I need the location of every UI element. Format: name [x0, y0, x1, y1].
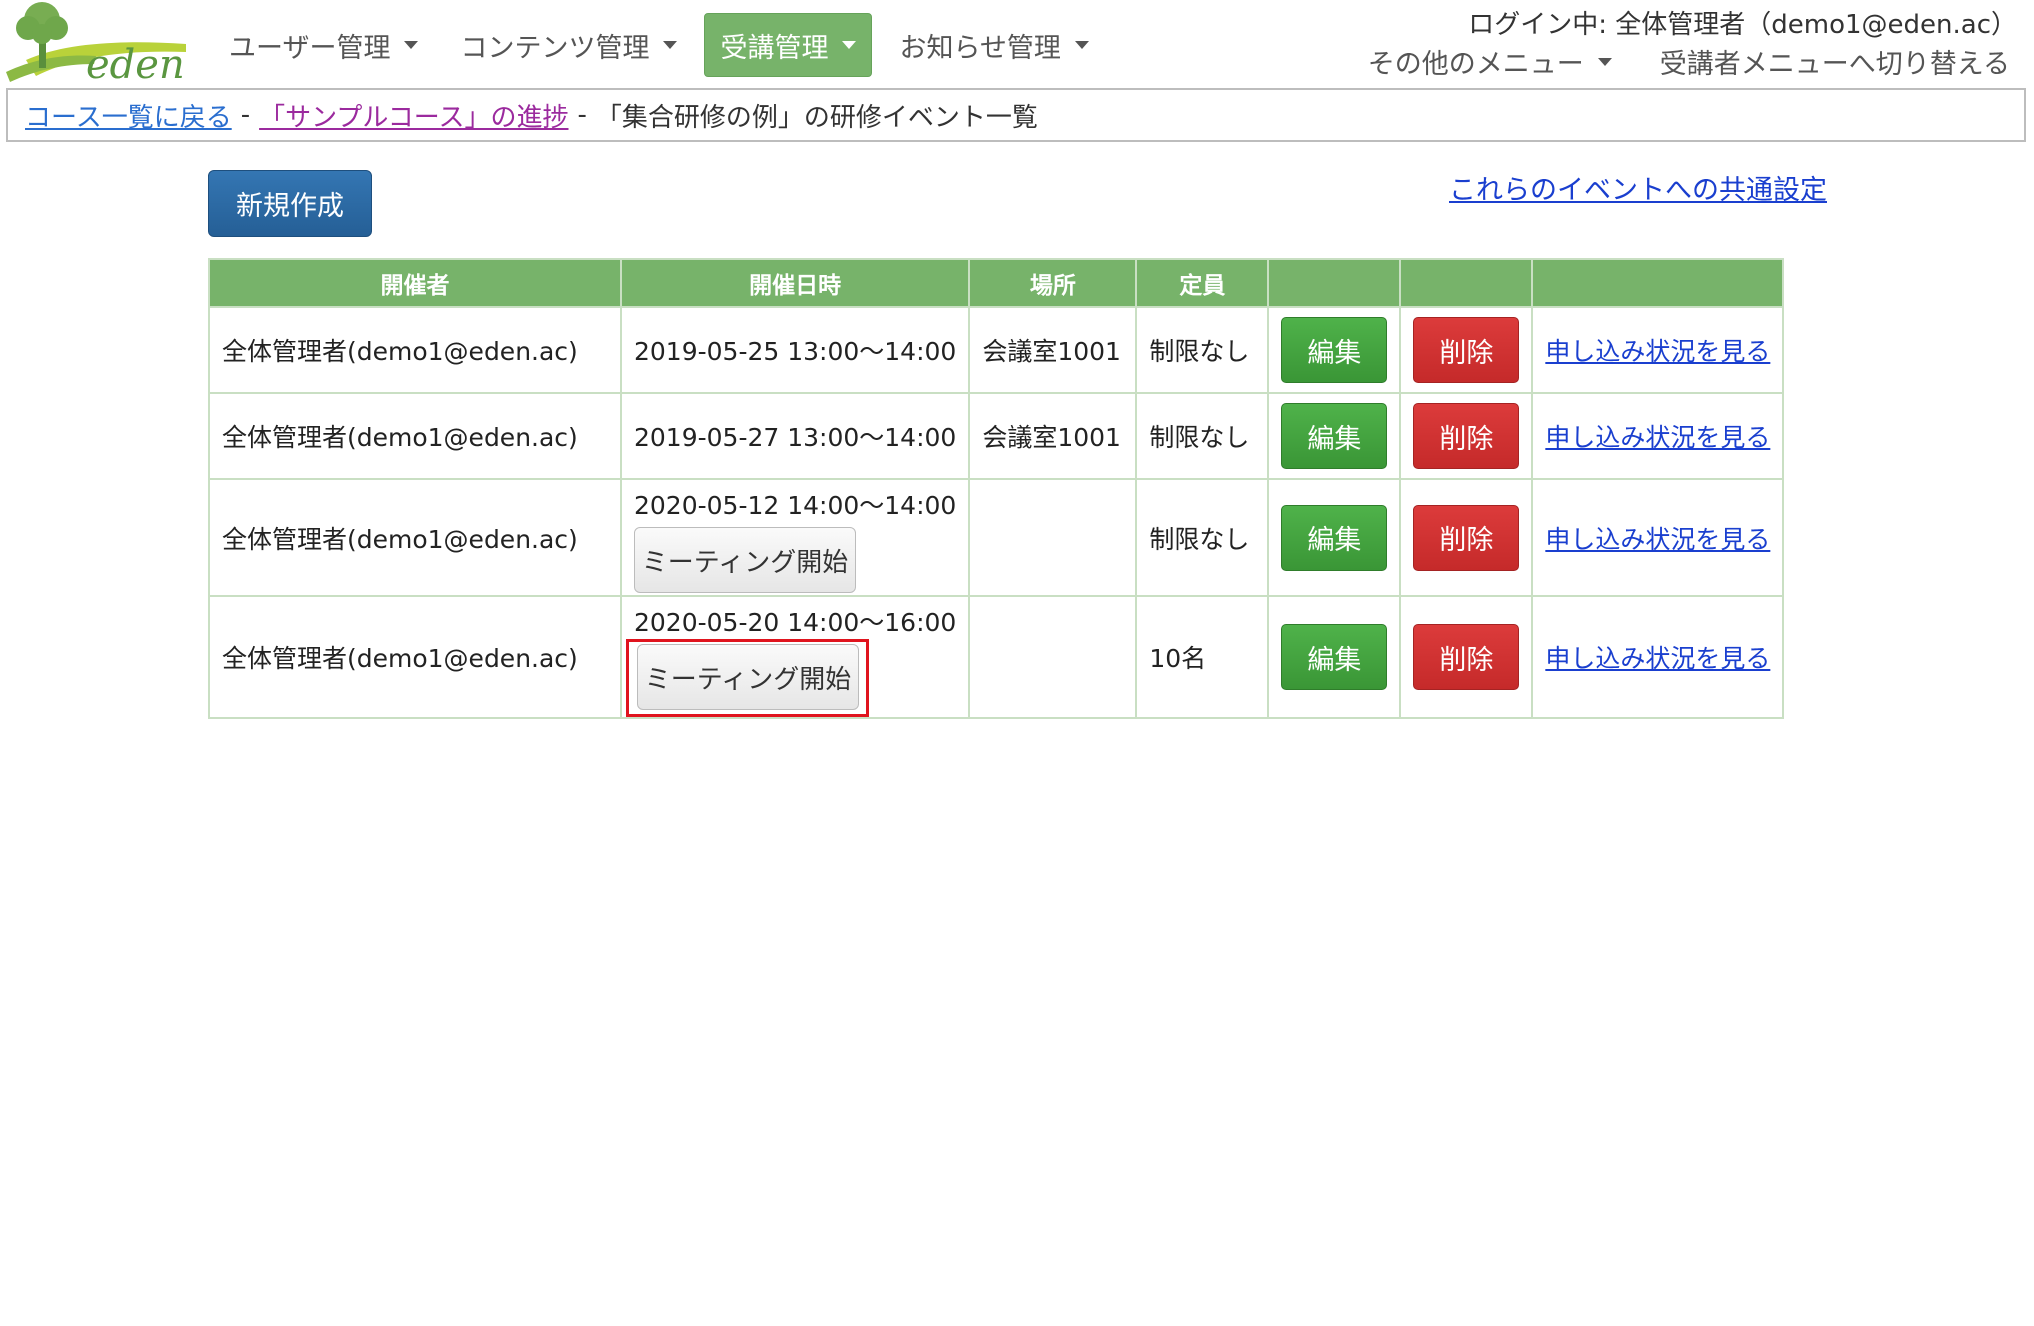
- status-cell: 申し込み状況を見る: [1531, 478, 1785, 597]
- view-application-status-link[interactable]: 申し込み状況を見る: [1545, 525, 1770, 554]
- edit-button[interactable]: 編集: [1281, 624, 1388, 690]
- delete-cell: 削除: [1399, 595, 1534, 719]
- table-row: 全体管理者(demo1@eden.ac) 2019-05-27 13:00～14…: [208, 392, 1785, 480]
- delete-button[interactable]: 削除: [1413, 504, 1520, 571]
- table-row: 全体管理者(demo1@eden.ac) 2020-05-12 14:00～14…: [208, 478, 1785, 597]
- edit-button[interactable]: 編集: [1281, 403, 1388, 469]
- caret-down-icon: [842, 41, 857, 49]
- delete-button[interactable]: 削除: [1413, 403, 1520, 469]
- eden-logo[interactable]: eden: [6, 0, 192, 88]
- header-datetime: 開催日時: [619, 258, 971, 308]
- place-cell: 会議室1001: [968, 392, 1138, 480]
- capacity-cell: 10名: [1135, 595, 1270, 719]
- status-cell: 申し込み状況を見る: [1531, 306, 1785, 394]
- back-to-course-list-link[interactable]: コース一覧に戻る: [25, 97, 232, 134]
- header-capacity: 定員: [1135, 258, 1270, 308]
- datetime-cell: 2020-05-12 14:00～14:00 ミーティング開始: [619, 478, 971, 597]
- datetime-text: 2020-05-12 14:00～14:00: [634, 491, 957, 520]
- delete-button[interactable]: 削除: [1413, 317, 1520, 383]
- nav-user-management[interactable]: ユーザー管理: [214, 14, 433, 76]
- start-meeting-button[interactable]: ミーティング開始: [637, 644, 859, 710]
- datetime-cell: 2019-05-27 13:00～14:00: [619, 392, 971, 480]
- tree-logo-icon: eden: [6, 2, 186, 88]
- breadcrumb: コース一覧に戻る - 「サンプルコース」の進捗 - 「集合研修の例」の研修イベン…: [6, 88, 2026, 142]
- course-progress-link[interactable]: 「サンプルコース」の進捗: [259, 97, 568, 134]
- main-nav: ユーザー管理 コンテンツ管理 受講管理 お知らせ管理: [214, 13, 1116, 77]
- edit-button[interactable]: 編集: [1281, 317, 1388, 383]
- edit-button[interactable]: 編集: [1281, 504, 1388, 571]
- table-header-row: 開催者 開催日時 場所 定員: [208, 258, 1785, 308]
- view-application-status-link[interactable]: 申し込み状況を見る: [1545, 644, 1770, 673]
- switch-to-student-menu[interactable]: 受講者メニューへ切り替える: [1660, 42, 2010, 81]
- other-menu-dropdown[interactable]: その他のメニュー: [1368, 42, 1612, 81]
- datetime-cell: 2020-05-20 14:00～16:00 ミーティング開始: [619, 595, 971, 719]
- capacity-cell: 制限なし: [1135, 392, 1270, 480]
- place-cell: [968, 478, 1138, 597]
- organizer-cell: 全体管理者(demo1@eden.ac): [208, 392, 622, 480]
- header-delete: [1399, 258, 1534, 308]
- start-meeting-button[interactable]: ミーティング開始: [634, 527, 856, 593]
- header-organizer: 開催者: [208, 258, 622, 308]
- caret-down-icon: [404, 41, 419, 49]
- organizer-cell: 全体管理者(demo1@eden.ac): [208, 595, 622, 719]
- place-cell: [968, 595, 1138, 719]
- status-cell: 申し込み状況を見る: [1531, 595, 1785, 719]
- view-application-status-link[interactable]: 申し込み状況を見る: [1545, 337, 1770, 366]
- caret-down-icon: [663, 41, 678, 49]
- capacity-cell: 制限なし: [1135, 478, 1270, 597]
- event-table: 開催者 開催日時 場所 定員 全体管理者(demo1@eden.ac) 2019…: [208, 258, 1785, 719]
- common-settings-link[interactable]: これらのイベントへの共通設定: [1449, 168, 1827, 207]
- table-row: 全体管理者(demo1@eden.ac) 2020-05-20 14:00～16…: [208, 595, 1785, 719]
- header-status: [1531, 258, 1785, 308]
- login-info: ログイン中: 全体管理者（demo1@eden.ac）: [1468, 10, 2017, 40]
- delete-cell: 削除: [1399, 478, 1534, 597]
- edit-cell: 編集: [1267, 478, 1402, 597]
- delete-button[interactable]: 削除: [1413, 624, 1520, 690]
- caret-down-icon: [1074, 41, 1089, 49]
- nav-course-management[interactable]: 受講管理: [704, 13, 873, 77]
- breadcrumb-separator: -: [240, 100, 251, 130]
- datetime-text: 2020-05-20 14:00～16:00: [634, 608, 957, 637]
- new-event-button[interactable]: 新規作成: [208, 170, 372, 237]
- edit-cell: 編集: [1267, 392, 1402, 480]
- delete-cell: 削除: [1399, 392, 1534, 480]
- edit-cell: 編集: [1267, 595, 1402, 719]
- caret-down-icon: [1597, 57, 1612, 66]
- organizer-cell: 全体管理者(demo1@eden.ac): [208, 478, 622, 597]
- header-edit: [1267, 258, 1402, 308]
- capacity-cell: 制限なし: [1135, 306, 1270, 394]
- breadcrumb-separator: -: [577, 100, 587, 130]
- sub-nav: その他のメニュー 受講者メニューへ切り替える: [1368, 42, 2010, 81]
- nav-notice-management[interactable]: お知らせ管理: [884, 14, 1103, 76]
- svg-text:eden: eden: [86, 42, 185, 86]
- datetime-cell: 2019-05-25 13:00～14:00: [619, 306, 971, 394]
- breadcrumb-current: 「集合研修の例」の研修イベント一覧: [595, 102, 1038, 133]
- nav-content-management[interactable]: コンテンツ管理: [445, 14, 692, 76]
- place-cell: 会議室1001: [968, 306, 1138, 394]
- status-cell: 申し込み状況を見る: [1531, 392, 1785, 480]
- edit-cell: 編集: [1267, 306, 1402, 394]
- header-place: 場所: [968, 258, 1138, 308]
- organizer-cell: 全体管理者(demo1@eden.ac): [208, 306, 622, 394]
- table-row: 全体管理者(demo1@eden.ac) 2019-05-25 13:00～14…: [208, 306, 1785, 394]
- delete-cell: 削除: [1399, 306, 1534, 394]
- view-application-status-link[interactable]: 申し込み状況を見る: [1545, 423, 1770, 452]
- highlight-box: ミーティング開始: [626, 639, 869, 717]
